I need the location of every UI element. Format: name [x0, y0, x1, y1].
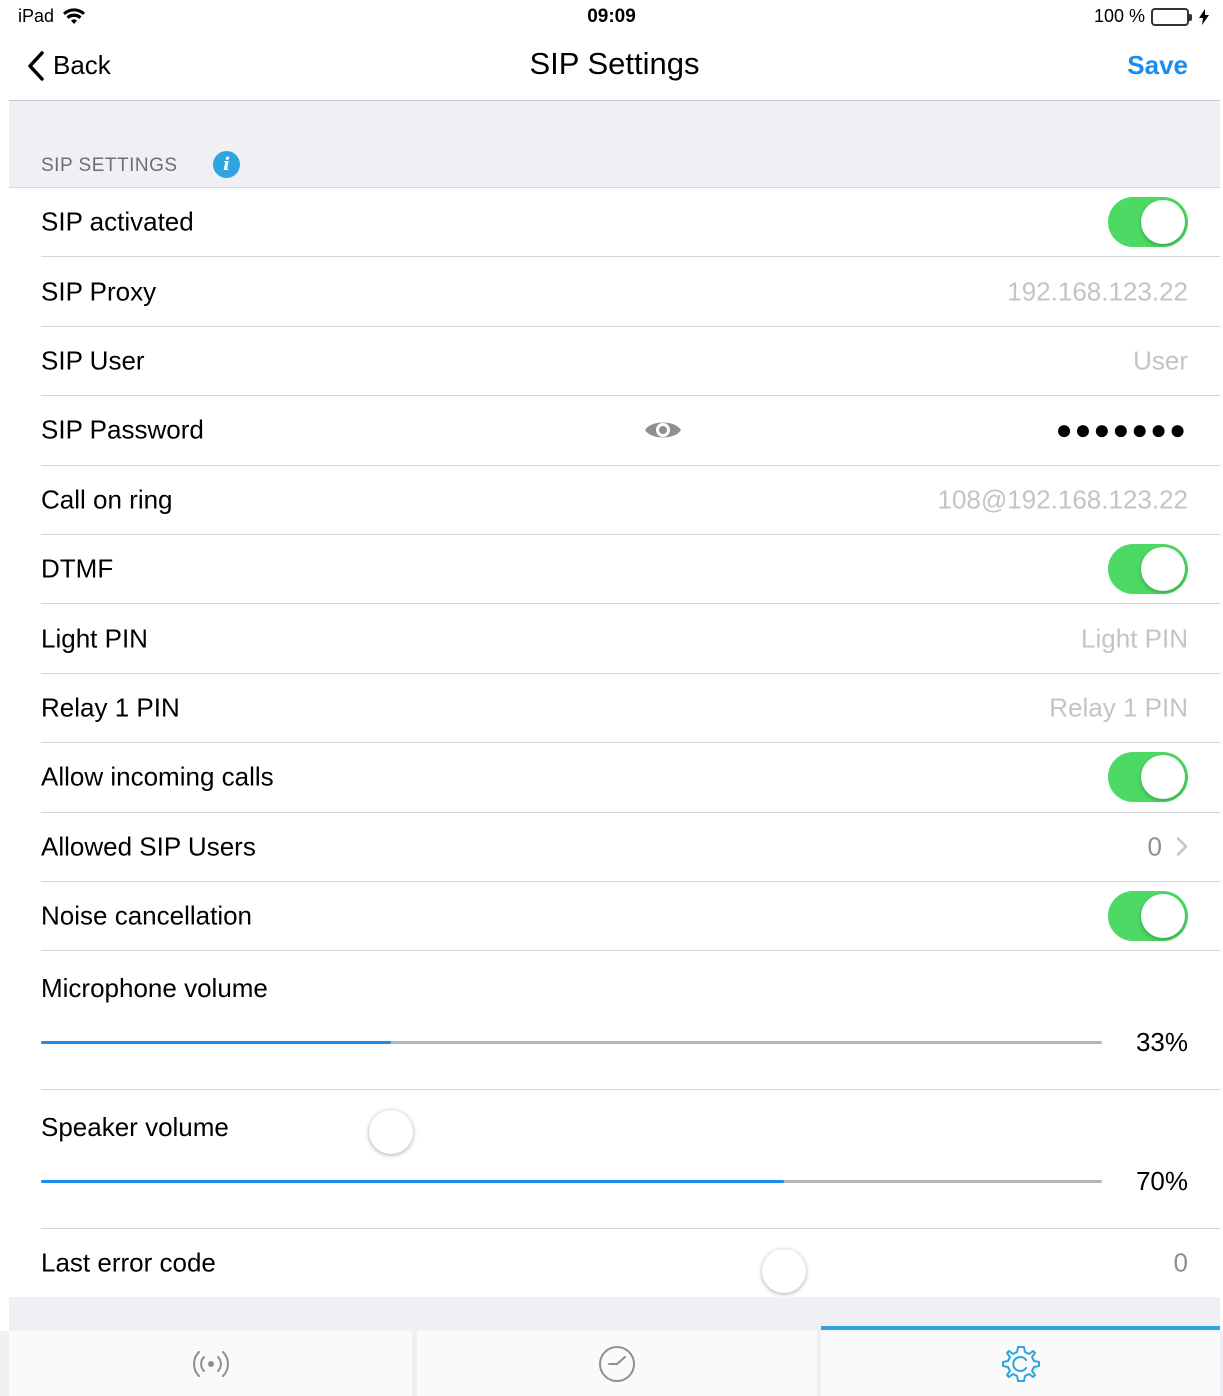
save-button[interactable]: Save — [1127, 50, 1188, 81]
row-sip-proxy[interactable]: SIP Proxy 192.168.123.22 — [41, 257, 1220, 327]
row-dtmf: DTMF — [41, 535, 1220, 605]
row-label: Allow incoming calls — [41, 761, 274, 792]
battery-icon — [1151, 7, 1192, 26]
row-label: SIP activated — [41, 206, 194, 237]
row-label: SIP Proxy — [41, 276, 157, 307]
row-sip-user[interactable]: SIP User User — [41, 327, 1220, 397]
row-relay1-pin[interactable]: Relay 1 PIN Relay 1 PIN — [41, 674, 1220, 744]
row-label: DTMF — [41, 553, 114, 584]
tab-live[interactable] — [9, 1331, 412, 1396]
row-sip-password[interactable]: SIP Password ●●●●●●● — [41, 396, 1220, 466]
row-label: SIP User — [41, 345, 145, 376]
speaker-volume-slider[interactable] — [41, 1180, 1102, 1294]
allowed-users-value: 0 — [1147, 831, 1162, 862]
row-label: Relay 1 PIN — [41, 692, 180, 723]
section-header: SIP SETTINGS i — [9, 101, 1220, 188]
page-title: SIP Settings — [529, 46, 700, 81]
relay1-pin-field[interactable]: Relay 1 PIN — [1049, 692, 1188, 723]
speaker-volume-value: 70% — [1135, 1166, 1188, 1197]
row-noise-cancellation: Noise cancellation — [41, 882, 1220, 952]
sip-user-field[interactable]: User — [1133, 345, 1188, 376]
section-title: SIP SETTINGS — [41, 155, 178, 176]
gear-icon — [1001, 1345, 1040, 1382]
row-microphone-volume: Microphone volume 33% — [41, 951, 1220, 1155]
tab-history[interactable] — [417, 1331, 817, 1396]
chevron-right-icon — [1176, 837, 1188, 856]
tab-settings[interactable] — [821, 1326, 1220, 1396]
row-allow-incoming: Allow incoming calls — [41, 743, 1220, 813]
row-last-error-code: Last error code 0 — [41, 1229, 1220, 1299]
charging-icon — [1199, 8, 1209, 25]
row-light-pin[interactable]: Light PIN Light PIN — [41, 604, 1220, 674]
allowed-users-count: 0 — [1148, 831, 1188, 862]
sip-password-field[interactable]: ●●●●●●● — [1056, 414, 1188, 446]
light-pin-field[interactable]: Light PIN — [1081, 623, 1188, 654]
microphone-volume-slider[interactable] — [41, 1041, 1102, 1155]
settings-list: SIP activated SIP Proxy 192.168.123.22 S… — [9, 188, 1220, 1299]
tab-bar — [0, 1326, 1223, 1396]
clock-icon — [599, 1345, 635, 1382]
broadcast-icon — [192, 1350, 229, 1377]
row-label: Light PIN — [41, 623, 148, 654]
row-label: SIP Password — [41, 414, 204, 445]
noise-cancellation-toggle[interactable] — [1108, 891, 1188, 942]
navigation-bar: Back SIP Settings Save — [9, 32, 1220, 101]
row-label: Allowed SIP Users — [41, 831, 256, 862]
slider-fill — [41, 1180, 784, 1184]
row-label: Noise cancellation — [41, 900, 253, 931]
status-time: 09:09 — [587, 6, 636, 27]
last-error-value: 0 — [1173, 1247, 1188, 1278]
eye-icon[interactable] — [643, 417, 683, 443]
allow-incoming-toggle[interactable] — [1108, 752, 1188, 803]
row-label: Last error code — [41, 1247, 216, 1278]
sip-activated-toggle[interactable] — [1108, 197, 1188, 248]
dtmf-toggle[interactable] — [1108, 544, 1188, 595]
sip-proxy-field[interactable]: 192.168.123.22 — [1007, 276, 1188, 307]
battery-percent: 100 % — [1093, 6, 1145, 26]
row-label: Microphone volume — [41, 973, 268, 1004]
slider-fill — [41, 1041, 392, 1045]
row-call-on-ring[interactable]: Call on ring 108@192.168.123.22 — [41, 466, 1220, 535]
call-on-ring-field[interactable]: 108@192.168.123.22 — [937, 484, 1188, 515]
row-sip-activated: SIP activated — [41, 188, 1220, 258]
row-allowed-sip-users[interactable]: Allowed SIP Users 0 — [41, 813, 1220, 882]
info-icon[interactable]: i — [213, 151, 240, 178]
row-speaker-volume: Speaker volume 70% — [41, 1090, 1220, 1294]
microphone-volume-value: 33% — [1135, 1027, 1188, 1058]
row-label: Call on ring — [41, 484, 173, 515]
status-bar: iPad 09:09 100 % — [0, 0, 1223, 32]
row-label: Speaker volume — [41, 1112, 229, 1143]
